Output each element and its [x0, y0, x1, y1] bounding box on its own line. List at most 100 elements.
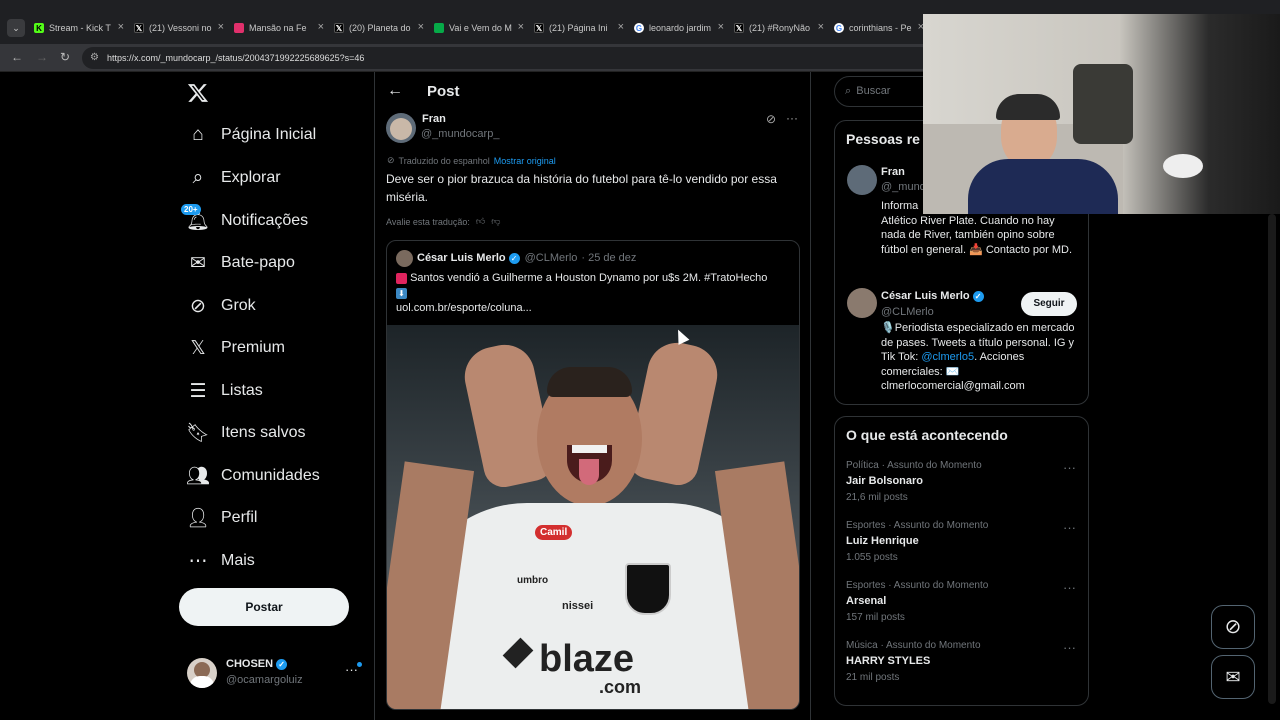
- browser-tab[interactable]: Gleonardo jardim ×: [634, 17, 724, 39]
- site-info-icon[interactable]: ⚙: [90, 52, 99, 63]
- nav-item-perfil[interactable]: 👤︎ Perfil: [186, 507, 258, 529]
- x-logo-icon: 𝕏: [134, 23, 144, 33]
- messages-floating-button[interactable]: ✉: [1211, 655, 1255, 699]
- person-avatar[interactable]: [847, 165, 877, 195]
- thumbs-up-icon[interactable]: 👍︎: [476, 216, 485, 227]
- trend-more-icon[interactable]: ···: [1063, 460, 1076, 475]
- down-arrow-emoji-icon: ⬇: [396, 287, 407, 299]
- post-button[interactable]: Postar: [179, 588, 349, 626]
- nav-item-explorar[interactable]: ⌕ Explorar: [187, 167, 281, 189]
- back-arrow-icon[interactable]: ←: [387, 82, 403, 100]
- nav-item-notifica-es[interactable]: 🔔︎ 20+ Notificações: [181, 204, 308, 232]
- author-avatar[interactable]: [386, 113, 416, 143]
- nav-item-p-gina-inicial[interactable]: ⌂ Página Inicial: [187, 124, 316, 146]
- nav-item-label: Explorar: [221, 169, 281, 186]
- follow-button[interactable]: Seguir: [1021, 292, 1077, 316]
- reload-icon[interactable]: ↻: [60, 50, 70, 64]
- person-bio: 🎙️Periodista especializado en mercado de…: [881, 322, 1075, 392]
- trend-item[interactable]: Esportes · Assunto do Momento Arsenal 157 …: [846, 580, 1076, 623]
- tab-close-icon[interactable]: ×: [618, 21, 624, 33]
- search-box[interactable]: ⌕ Buscar: [834, 76, 934, 107]
- browser-tab[interactable]: 𝕏 (21) Vessoni no ×: [134, 17, 224, 39]
- nav-item-premium[interactable]: 𝕏 Premium: [187, 337, 285, 359]
- person-avatar[interactable]: [847, 288, 877, 318]
- forward-icon[interactable]: →: [36, 50, 48, 64]
- rate-translation-label: Avalie esta tradução:: [386, 216, 470, 227]
- account-switcher[interactable]: CHOSEN ✓ @ocamargoluiz ···: [187, 656, 362, 692]
- trend-post-count: 21,6 mil posts: [846, 492, 908, 503]
- quote-date: · 25 de dez: [581, 252, 637, 264]
- bio-mention-link[interactable]: @clmerlo5: [921, 351, 974, 363]
- nav-item-mais[interactable]: ⋯ Mais: [187, 550, 255, 572]
- page-scrollbar[interactable]: [1268, 214, 1276, 704]
- player-hair: [547, 367, 632, 397]
- browser-tab[interactable]: Mansão na Fe ×: [234, 17, 324, 39]
- url-field[interactable]: ⚙ https://x.com/_mundocarp_/status/20043…: [82, 47, 932, 69]
- nav-item-grok[interactable]: ⊘ Grok: [187, 295, 256, 317]
- nav-item-itens-salvos[interactable]: 🔖︎ Itens salvos: [186, 422, 306, 444]
- browser-tab[interactable]: 𝕏 (20) Planeta do ×: [334, 17, 424, 39]
- post-text: Deve ser o pior brazuca da história do f…: [386, 172, 777, 204]
- quote-link[interactable]: uol.com.br/esporte/coluna...: [396, 302, 532, 314]
- thumbs-down-icon[interactable]: 👎︎: [491, 216, 500, 227]
- trend-context: Música · Assunto do Momento: [846, 640, 981, 651]
- person-name[interactable]: César Luis Merlo: [881, 290, 970, 302]
- grok-floating-button[interactable]: ⊘: [1211, 605, 1255, 649]
- page-title: Post: [427, 83, 460, 100]
- nav-item-listas[interactable]: ☰ Listas: [187, 380, 262, 402]
- tab-title: (21) #RonyNão: [749, 23, 811, 33]
- x-logo-icon: 𝕏: [190, 337, 206, 359]
- search-placeholder: Buscar: [856, 85, 891, 97]
- santos-crest-icon: [625, 563, 671, 615]
- browser-tab[interactable]: 𝕏 (21) Página Ini ×: [534, 17, 624, 39]
- trend-context: Esportes · Assunto do Momento: [846, 580, 989, 591]
- tab-close-icon[interactable]: ×: [318, 21, 324, 33]
- verified-badge-icon: ✓: [276, 658, 288, 670]
- quoted-post[interactable]: César Luis Merlo ✓ @CLMerlo · 25 de dez …: [386, 240, 800, 710]
- back-icon[interactable]: ←: [11, 50, 23, 64]
- sleeve-sponsor: Camil: [535, 525, 573, 540]
- home-icon: ⌂: [192, 124, 204, 145]
- post-media-image[interactable]: Camil umbro nissei blaze .com: [387, 325, 799, 709]
- post-more-icon[interactable]: ···: [786, 111, 798, 125]
- tab-close-icon[interactable]: ×: [118, 21, 124, 33]
- trend-more-icon[interactable]: ···: [1063, 520, 1076, 535]
- browser-tab[interactable]: 𝕏 (21) #RonyNão ×: [734, 17, 824, 39]
- tab-close-icon[interactable]: ×: [718, 21, 724, 33]
- streamer-cap: [996, 94, 1060, 120]
- nav-item-label: Comunidades: [221, 467, 320, 484]
- person-name[interactable]: Fran: [881, 166, 905, 178]
- author-handle[interactable]: @_mundocarp_: [421, 128, 499, 140]
- x-logo-icon[interactable]: [187, 82, 209, 104]
- more-circle-icon: ⋯: [188, 550, 208, 572]
- nav-item-comunidades[interactable]: 👥︎ Comunidades: [186, 465, 320, 487]
- browser-tab[interactable]: Vai e Vem do M ×: [434, 17, 524, 39]
- trend-name: HARRY STYLES: [846, 655, 931, 667]
- trend-item[interactable]: Música · Assunto do Momento HARRY STYLES 2…: [846, 640, 1076, 683]
- tab-close-icon[interactable]: ×: [418, 21, 424, 33]
- browser-tab[interactable]: K Stream - Kick T ×: [34, 17, 124, 39]
- nav-item-label: Grok: [221, 297, 256, 314]
- trend-name: Jair Bolsonaro: [846, 475, 924, 487]
- tab-close-icon[interactable]: ×: [818, 21, 824, 33]
- trend-item[interactable]: Esportes · Assunto do Momento Luiz Henriq…: [846, 520, 1076, 563]
- tab-title: Mansão na Fe: [249, 23, 307, 33]
- tab-close-icon[interactable]: ×: [218, 21, 224, 33]
- nav-item-bate-papo[interactable]: ✉ Bate-papo: [187, 252, 295, 274]
- browser-tab[interactable]: Gcorinthians - Pe ×: [834, 17, 924, 39]
- tab-search-button[interactable]: ⌄: [7, 19, 25, 37]
- trend-context: Política · Assunto do Momento: [846, 460, 982, 471]
- trend-item[interactable]: Política · Assunto do Momento Jair Bolson…: [846, 460, 1076, 503]
- grok-explain-icon[interactable]: ⊘: [766, 112, 776, 126]
- nav-item-label: Página Inicial: [221, 126, 317, 143]
- trend-more-icon[interactable]: ···: [1063, 640, 1076, 655]
- show-original-link[interactable]: Mostrar original: [494, 156, 556, 166]
- trend-more-icon[interactable]: ···: [1063, 580, 1076, 595]
- list-icon: ☰: [189, 380, 207, 402]
- account-name: CHOSEN: [226, 658, 274, 670]
- tab-close-icon[interactable]: ×: [518, 21, 524, 33]
- relevant-people-title: Pessoas re: [846, 131, 920, 147]
- trend-post-count: 1.055 posts: [846, 552, 898, 563]
- author-name[interactable]: Fran: [422, 113, 446, 125]
- person-handle: @CLMerlo: [881, 306, 934, 318]
